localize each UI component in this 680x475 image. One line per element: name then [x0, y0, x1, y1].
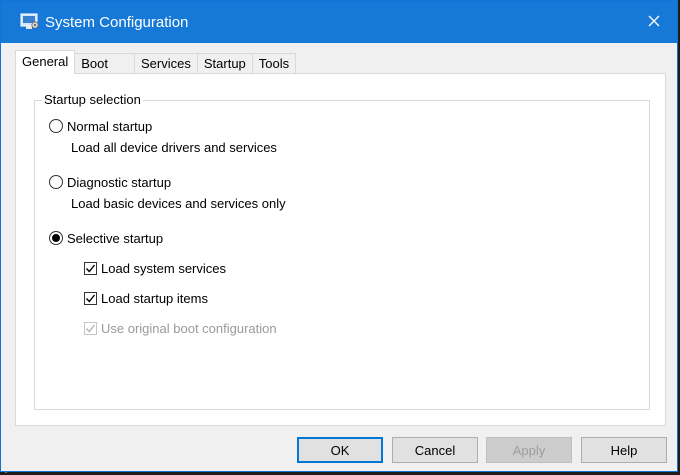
radio-button-selected	[49, 231, 63, 245]
checkmark-icon	[84, 291, 97, 305]
window-title: System Configuration	[45, 14, 189, 31]
title-bar[interactable]: System Configuration	[1, 1, 677, 43]
load-system-services-checkbox[interactable]: Load system services	[84, 259, 226, 277]
selective-startup-radio[interactable]: Selective startup	[49, 229, 163, 247]
general-tab-panel: Startup selection Normal startup Load al…	[15, 73, 666, 426]
system-config-icon	[20, 13, 40, 31]
group-title: Startup selection	[42, 92, 143, 108]
load-startup-items-label: Load startup items	[101, 290, 208, 306]
use-original-boot-config-checkbox: Use original boot configuration	[84, 319, 277, 337]
close-icon	[648, 15, 660, 30]
help-button[interactable]: Help	[581, 437, 667, 463]
radio-button-unselected	[49, 119, 63, 133]
tab-tools[interactable]: Tools	[251, 53, 297, 74]
cancel-button[interactable]: Cancel	[392, 437, 478, 463]
checkmark-icon	[84, 321, 97, 335]
checkmark-icon	[84, 261, 97, 275]
normal-startup-radio[interactable]: Normal startup	[49, 117, 152, 135]
normal-startup-description: Load all device drivers and services	[71, 140, 277, 155]
load-system-services-label: Load system services	[101, 260, 226, 276]
diagnostic-startup-label: Diagnostic startup	[67, 174, 172, 190]
tab-general[interactable]: General	[15, 50, 76, 74]
close-button[interactable]	[631, 1, 677, 43]
system-configuration-window: System Configuration General Boot Servic…	[0, 0, 678, 472]
tab-services[interactable]: Services	[134, 53, 198, 74]
radio-button-unselected	[49, 175, 63, 189]
selective-startup-label: Selective startup	[67, 230, 164, 246]
diagnostic-startup-description: Load basic devices and services only	[71, 196, 286, 211]
tab-boot[interactable]: Boot	[74, 53, 135, 74]
load-startup-items-checkbox[interactable]: Load startup items	[84, 289, 208, 307]
normal-startup-label: Normal startup	[67, 118, 153, 134]
apply-button: Apply	[486, 437, 572, 463]
use-original-boot-config-label: Use original boot configuration	[101, 320, 277, 336]
startup-selection-group: Startup selection Normal startup Load al…	[34, 92, 650, 410]
diagnostic-startup-radio[interactable]: Diagnostic startup	[49, 173, 171, 191]
tab-strip: General Boot Services Startup Tools	[15, 50, 297, 74]
tab-startup[interactable]: Startup	[196, 53, 253, 74]
ok-button[interactable]: OK	[297, 437, 383, 463]
